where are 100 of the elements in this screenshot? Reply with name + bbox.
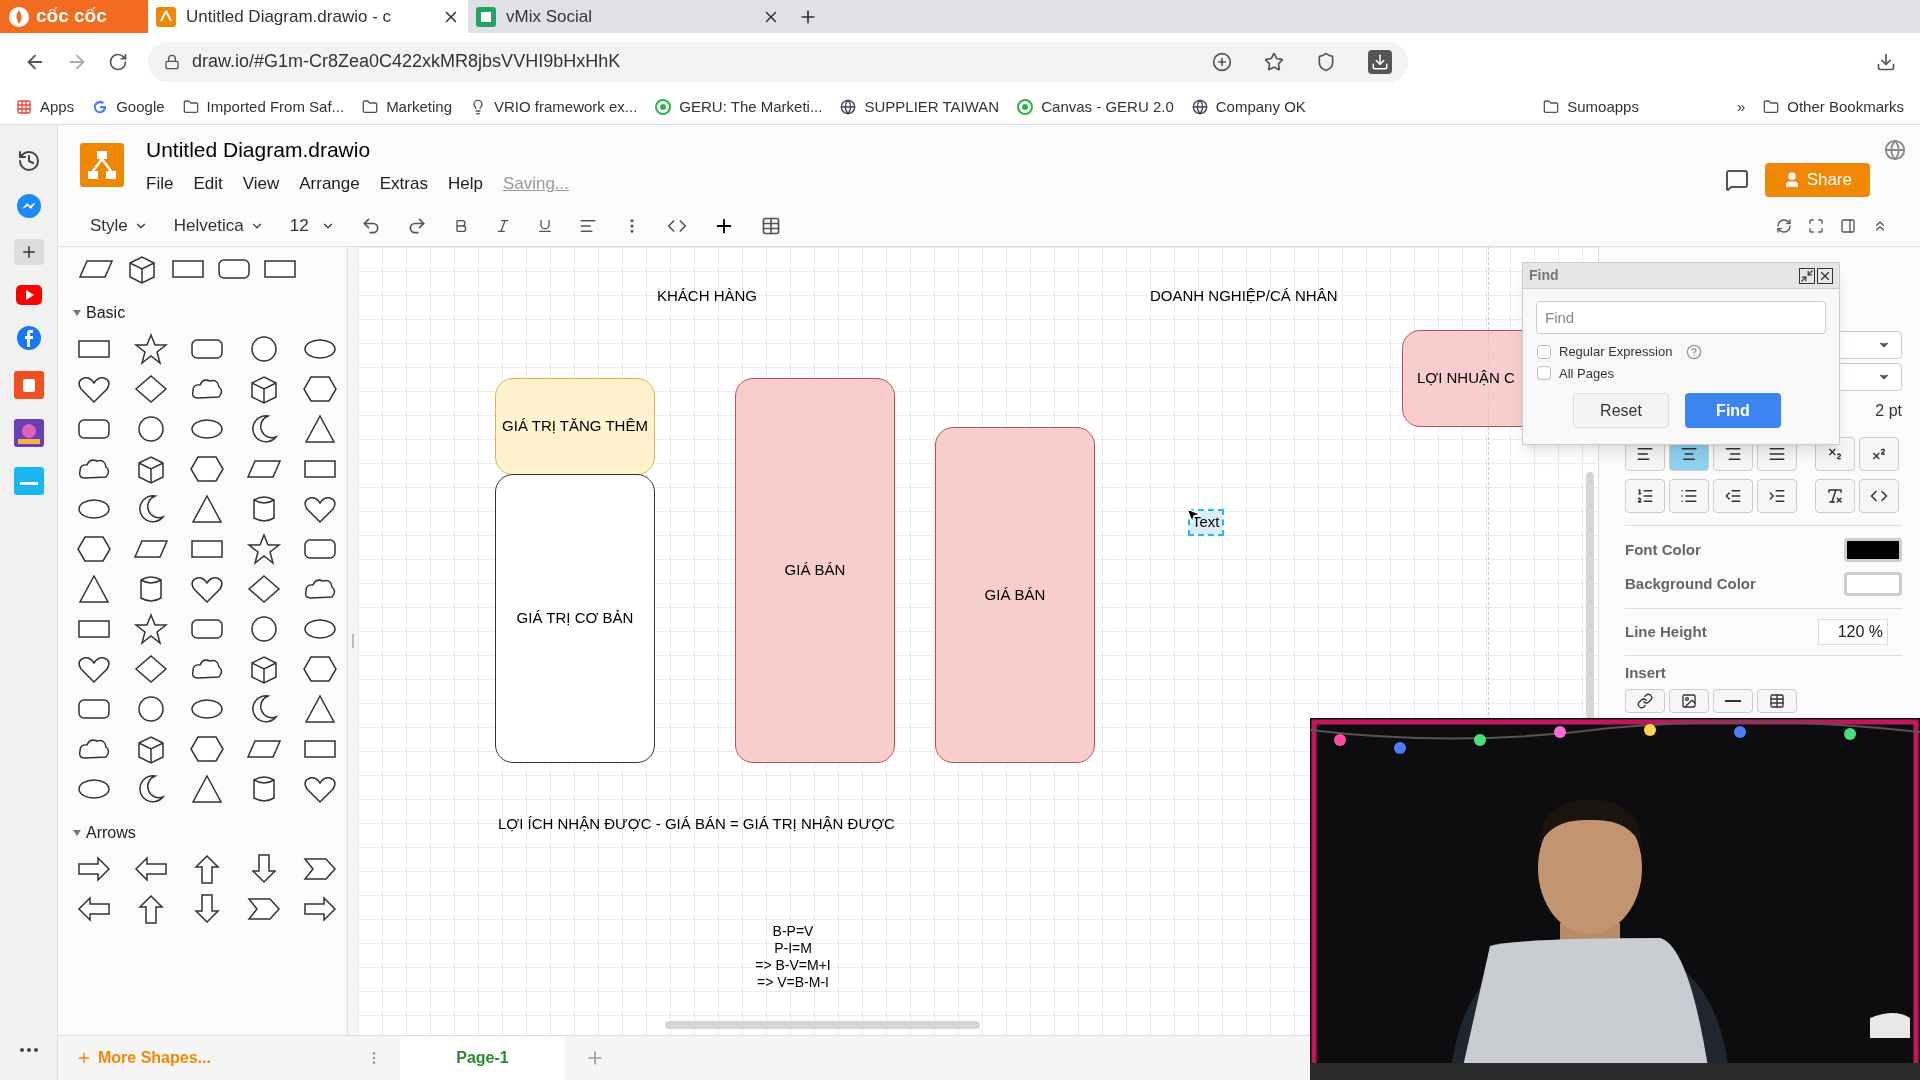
insert-button[interactable] <box>1669 688 1709 713</box>
find-field[interactable]: Find <box>1536 301 1826 334</box>
insert-button[interactable] <box>1625 688 1665 713</box>
formula-text[interactable]: B-P=V P-I=M => B-V=M+I => V=B-M-I <box>743 923 843 991</box>
right-arrow-icon[interactable] <box>76 853 112 885</box>
hexagon-icon[interactable] <box>189 733 226 765</box>
diagram-text[interactable]: KHÁCH HÀNG <box>655 285 759 308</box>
rounded-rectangle[interactable]: GIÁ BÁN <box>935 427 1095 763</box>
format-button[interactable] <box>1713 479 1753 513</box>
add-icon[interactable] <box>1212 51 1232 72</box>
globe-icon <box>1191 99 1208 115</box>
history-icon[interactable] <box>16 149 41 173</box>
html-button[interactable] <box>1859 479 1899 513</box>
bookmark[interactable]: Imported From Saf... <box>182 95 345 119</box>
reset-button[interactable]: Reset <box>1573 393 1669 428</box>
triangle-icon[interactable] <box>76 573 112 605</box>
bookmark[interactable]: GERU: The Marketi... <box>655 95 823 119</box>
style-dropdown[interactable]: Style <box>90 212 148 239</box>
diagram-text[interactable]: LỢI ÍCH NHẬN ĐƯỢC - GIÁ BÁN = GIÁ TRỊ NHẬN ĐƯỢC <box>496 813 897 836</box>
diamond-icon[interactable] <box>132 373 169 405</box>
menu-item[interactable]: File <box>146 171 174 197</box>
diamond-icon[interactable] <box>132 653 169 685</box>
hexagon-icon[interactable] <box>76 533 112 565</box>
star-icon[interactable] <box>132 613 169 645</box>
left-arrow-icon[interactable] <box>132 853 169 885</box>
plus-icon <box>76 1050 92 1066</box>
rounded-rectangle[interactable]: GIÁ BÁN <box>735 378 895 763</box>
social-f-icon[interactable] <box>15 325 42 351</box>
checkbox[interactable] <box>1537 344 1551 359</box>
clear-format-button[interactable] <box>1815 479 1855 513</box>
undo-icon[interactable] <box>360 215 381 236</box>
download-icon[interactable] <box>1368 49 1392 74</box>
star-icon[interactable] <box>245 533 282 565</box>
rounded-rectangle[interactable]: GIÁ TRỊ TĂNG THÊM <box>495 378 655 475</box>
minimize-icon[interactable] <box>1799 267 1815 284</box>
google-icon <box>92 99 109 115</box>
refresh-icon[interactable] <box>1776 217 1792 234</box>
page-tab[interactable]: Page-1 <box>400 1036 565 1080</box>
game-app-icon[interactable] <box>13 419 44 447</box>
globe-icon[interactable] <box>1884 139 1906 161</box>
bookmark[interactable]: VRIO framework ex... <box>470 95 638 119</box>
diagram-text[interactable]: DOANH NGHIỆP/CÁ NHÂN <box>1148 285 1340 308</box>
find-button[interactable]: Find <box>1685 393 1781 428</box>
insert-button[interactable] <box>1713 688 1753 713</box>
close-icon[interactable] <box>1817 267 1833 284</box>
document-title[interactable]: Untitled Diagram.drawio <box>146 133 570 165</box>
left-arrow-icon[interactable] <box>76 893 112 925</box>
browser-tab[interactable]: Untitled Diagram.drawio - c <box>148 0 468 33</box>
rounded-rectangle[interactable]: GIÁ TRỊ CƠ BẢN <box>495 474 655 763</box>
hexagon-icon[interactable] <box>302 653 339 685</box>
format-button[interactable] <box>1669 479 1709 513</box>
hexagon-icon[interactable] <box>189 453 226 485</box>
bookmark[interactable]: Canvas - GERU 2.0 <box>1017 95 1174 119</box>
star-icon[interactable] <box>132 333 169 365</box>
reload-icon[interactable] <box>108 51 128 72</box>
download-icon[interactable] <box>1876 51 1896 72</box>
bookmark[interactable]: Marketing <box>362 95 452 119</box>
diagram-text[interactable]: Text <box>1190 511 1222 534</box>
more-bookmarks[interactable]: » <box>1736 95 1746 119</box>
menu-item[interactable]: Help <box>447 171 483 197</box>
shield-icon[interactable] <box>1316 51 1336 72</box>
star-icon[interactable] <box>1264 51 1284 72</box>
superscript-button[interactable] <box>1859 437 1899 471</box>
hexagon-icon[interactable] <box>302 373 339 405</box>
app-logo[interactable] <box>80 143 124 187</box>
bookmark[interactable]: Company OK <box>1191 95 1306 119</box>
number-field[interactable]: 120 % <box>1818 619 1888 645</box>
font-dropdown[interactable]: Helvetica <box>173 212 264 239</box>
menu-item[interactable]: View <box>242 171 280 197</box>
video-play-icon[interactable] <box>15 285 42 305</box>
bookmark[interactable]: Google <box>92 95 165 119</box>
shopping-bag-icon[interactable] <box>13 371 44 399</box>
section-header[interactable]: Basic <box>72 301 347 325</box>
color-swatch[interactable] <box>1844 572 1902 596</box>
format-button[interactable] <box>1625 479 1665 513</box>
bookmark[interactable]: Sumoapps <box>1543 95 1639 119</box>
diamond-icon[interactable] <box>245 573 282 605</box>
format-button[interactable] <box>1757 479 1797 513</box>
fullscreen-icon[interactable] <box>1808 217 1824 234</box>
menu-item[interactable]: Arrange <box>299 171 360 197</box>
bookmark[interactable]: Apps <box>16 95 75 119</box>
table-icon[interactable] <box>760 215 781 236</box>
menu-item[interactable]: Extras <box>379 171 428 197</box>
messenger-icon[interactable] <box>15 193 42 219</box>
help-icon[interactable] <box>1686 343 1703 360</box>
insert-button[interactable] <box>1757 688 1797 713</box>
address-bar[interactable]: draw.io/#G1m-Cr8Zea0C422xkMR8jbsVVHI9bHxHhK <box>148 41 1408 82</box>
section-header[interactable]: Arrows <box>72 821 347 845</box>
comment-icon[interactable] <box>1724 168 1749 192</box>
underline-icon[interactable] <box>536 217 553 234</box>
menu-item[interactable]: Edit <box>193 171 223 197</box>
color-swatch[interactable] <box>1844 538 1902 562</box>
add-button[interactable] <box>13 239 44 265</box>
scrollbar[interactable] <box>665 1021 980 1029</box>
bookmark[interactable]: Other Bookmarks <box>1763 95 1904 119</box>
bookmark[interactable]: SUPPLIER TAIWAN <box>840 95 1000 119</box>
checkbox[interactable] <box>1537 366 1551 381</box>
panel-icon[interactable] <box>1840 217 1856 234</box>
font-size-dropdown[interactable]: 12 <box>289 212 335 239</box>
right-arrow-icon[interactable] <box>302 893 339 925</box>
